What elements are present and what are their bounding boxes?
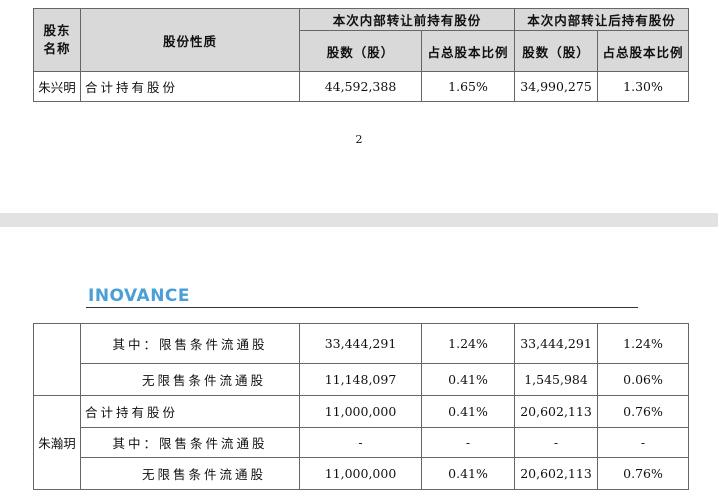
table-row: 朱瀚玥 合计持有股份 11,000,000 0.41% 20,602,113 0… <box>33 395 689 490</box>
ratio-after: 1.30% <box>597 71 690 102</box>
shareholding-table-top: 股东 名称 股份性质 本次内部转让前持有股份 本次内部转让后持有股份 股数（股）… <box>33 8 690 102</box>
ratio-after: 0.76% <box>597 457 689 490</box>
table-row: 无限售条件流通股 11,000,000 0.41% 20,602,113 0.7… <box>34 457 689 490</box>
table-row: 无限售条件流通股 11,148,097 0.41% 1,545,984 0.06… <box>34 363 689 396</box>
ratio-before: 1.24% <box>421 323 515 364</box>
share-type: 合计持有股份 <box>80 71 300 102</box>
share-type: 合计持有股份 <box>80 395 300 428</box>
table-row: 朱兴明 合计持有股份 44,592,388 1.65% 34,990,275 1… <box>33 71 690 102</box>
header-holder-name: 股东 名称 <box>33 8 81 72</box>
share-type: 无限售条件流通股 <box>80 457 300 490</box>
header-rule <box>86 307 638 308</box>
share-type: 无限售条件流通股 <box>80 363 300 396</box>
ratio-before: - <box>421 427 515 458</box>
ratio-after: 0.06% <box>597 363 689 396</box>
share-type: 其中：限售条件流通股 <box>80 427 300 458</box>
inovance-logo: INOVANCE <box>88 286 191 306</box>
page-number: 2 <box>355 133 363 146</box>
document-page-1: 股东 名称 股份性质 本次内部转让前持有股份 本次内部转让后持有股份 股数（股）… <box>0 0 718 213</box>
header-after-transfer: 本次内部转让后持有股份 <box>514 8 690 31</box>
header-shares-after: 股数（股） <box>514 30 599 72</box>
shares-before: 44,592,388 <box>299 71 422 102</box>
shares-before: 11,148,097 <box>299 363 422 396</box>
table-row: 其中：限售条件流通股 33,444,291 1.24% 33,444,291 1… <box>33 323 689 396</box>
ratio-before: 0.41% <box>421 457 515 490</box>
header-ratio-after: 占总股本比例 <box>597 30 690 72</box>
holder-name-cell-prev <box>33 323 81 396</box>
ratio-after: 1.24% <box>597 323 689 364</box>
holder-name: 朱瀚玥 <box>33 395 81 490</box>
shares-after: 34,990,275 <box>514 71 599 102</box>
share-type: 其中：限售条件流通股 <box>80 323 300 364</box>
ratio-after: - <box>597 427 689 458</box>
shares-after: 1,545,984 <box>514 363 598 396</box>
shareholding-table-bottom: 其中：限售条件流通股 33,444,291 1.24% 33,444,291 1… <box>33 323 689 490</box>
shares-before: 33,444,291 <box>299 323 422 364</box>
shares-after: - <box>514 427 598 458</box>
header-shares-before: 股数（股） <box>299 30 422 72</box>
table-row: 其中：限售条件流通股 - - - - <box>34 427 689 458</box>
ratio-before: 1.65% <box>420 71 516 102</box>
shares-before: 11,000,000 <box>299 395 422 428</box>
shares-after: 20,602,113 <box>514 395 598 428</box>
shares-before: - <box>299 427 422 458</box>
ratio-after: 0.76% <box>597 395 689 428</box>
header-share-type: 股份性质 <box>80 8 300 72</box>
shares-after: 20,602,113 <box>514 457 598 490</box>
ratio-before: 0.41% <box>421 363 515 396</box>
header-before-transfer: 本次内部转让前持有股份 <box>298 8 516 31</box>
holder-name: 朱兴明 <box>33 71 81 102</box>
header-ratio-before: 占总股本比例 <box>420 30 516 72</box>
ratio-before: 0.41% <box>421 395 515 428</box>
shares-before: 11,000,000 <box>299 457 422 490</box>
shares-after: 33,444,291 <box>514 323 598 364</box>
page-separator <box>0 213 718 227</box>
document-page-2: INOVANCE 其中：限售条件流通股 33,444,291 1.24% 33,… <box>0 227 718 504</box>
